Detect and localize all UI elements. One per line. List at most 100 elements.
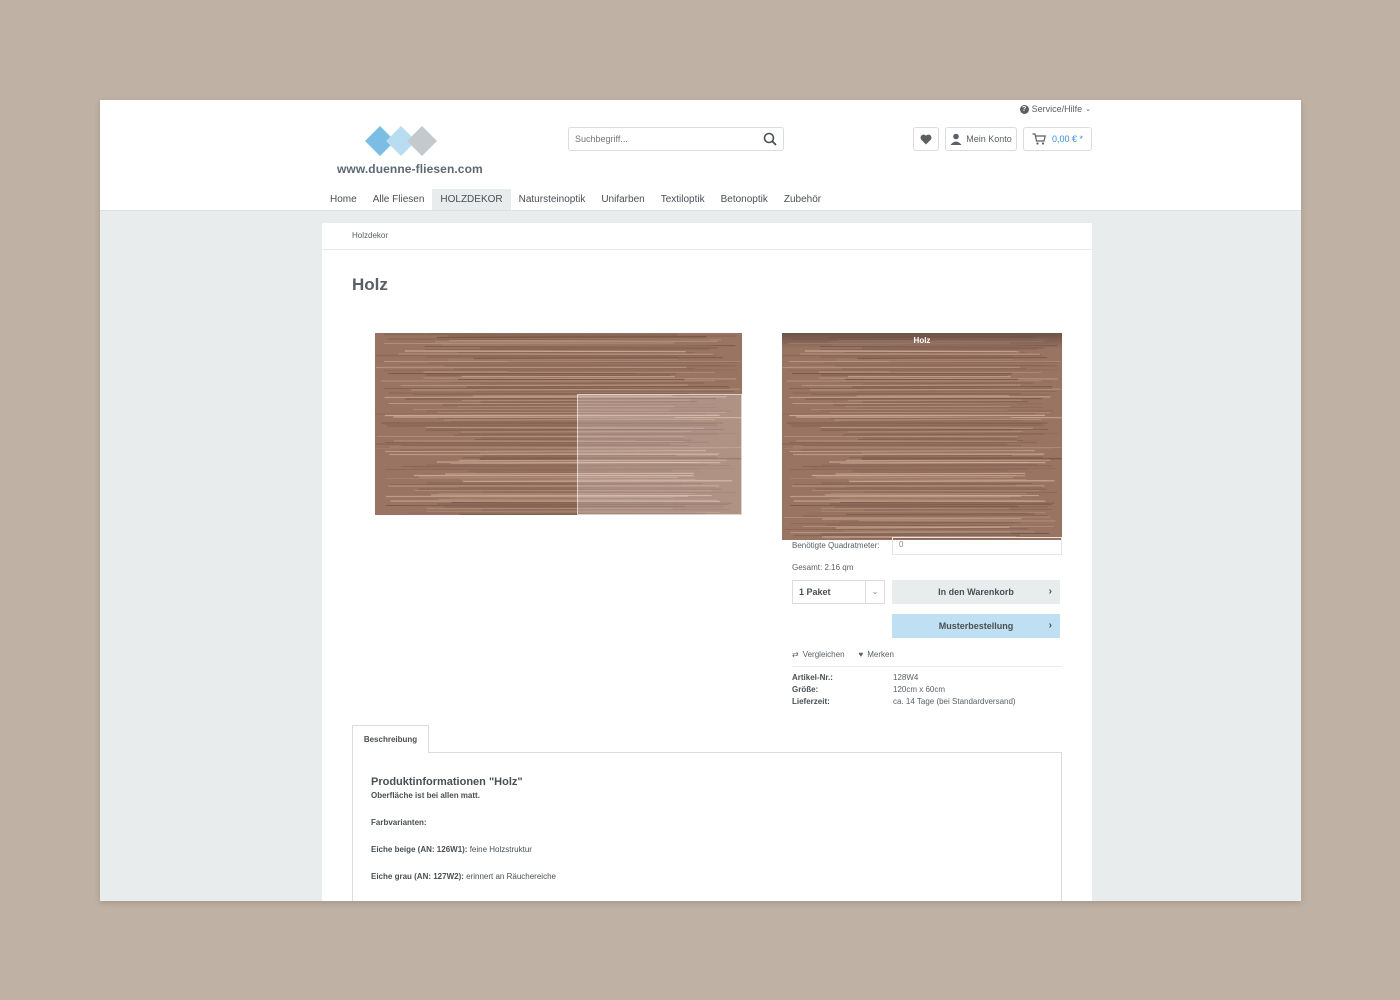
wood-grain-line [448,339,722,341]
sample-order-button[interactable]: Musterbestellung › [892,614,1060,638]
qm-input[interactable]: 0 [892,537,1062,555]
logo-text[interactable]: www.duenne-fliesen.com [337,162,483,176]
search-icon[interactable] [763,132,777,146]
help-icon: ? [1019,104,1029,114]
wood-grain-line [400,364,721,366]
qm-label: Benötigte Quadratmeter: [792,541,880,550]
wood-grain-line [789,449,1035,453]
image-label: Holz [913,336,931,345]
nav-item-betonoptik[interactable]: Betonoptik [713,189,776,210]
attribute-key: Lieferzeit: [792,697,830,706]
attribute-value: ca. 14 Tage (bei Standardversand) [893,697,1016,706]
tab-description[interactable]: Beschreibung [352,725,429,753]
breadcrumb[interactable]: Holzdekor [352,231,388,240]
wood-grain-line [820,429,1014,431]
service-menu[interactable]: ? Service/Hilfe ⌄ [1019,104,1091,114]
wood-grain-line [791,424,1044,427]
heart-icon [920,134,932,144]
nav-item-zubehoer[interactable]: Zubehör [776,189,829,210]
wood-grain-line [425,374,672,377]
wood-grain-line [839,420,1023,422]
wood-grain-line [790,522,1014,524]
wood-grain-line [840,502,1055,504]
nav-item-home[interactable]: Home [322,189,365,210]
attribute-row: Lieferzeit: ca. 14 Tage (bei Standardver… [792,696,1016,708]
wood-grain-line [838,381,1053,383]
wood-grain-line [404,350,686,353]
wood-grain-line [821,511,1046,513]
add-to-cart-button[interactable]: In den Warenkorb › [892,580,1060,604]
wood-grain-line [447,359,679,361]
site-header: ? Service/Hilfe ⌄ www.duenne-fliesen.com [100,100,1301,211]
wood-grain-line [436,336,707,339]
cart-icon [1032,133,1046,145]
wood-grain-line [846,513,1035,515]
wood-grain-line [801,364,1046,366]
remember-link[interactable]: ♥ Merken [859,650,894,659]
nav-item-unifarben[interactable]: Unifarben [593,189,652,210]
compare-label: Vergleichen [802,650,845,659]
cart-total: 0,00 € * [1051,134,1084,144]
wood-grain-line [830,499,1043,501]
product-image-detail[interactable]: Holz [782,333,1062,540]
wood-grain-line [836,526,1010,529]
wood-grain-line [435,340,718,343]
attribute-row: Größe: 120cm x 60cm [792,684,1016,696]
chevron-down-icon: ⌄ [1085,106,1091,113]
compare-link[interactable]: ⇄ Vergleichen [792,650,845,659]
wood-grain-line [861,452,1046,455]
variant-text: feine Holzstruktur [467,845,532,854]
user-icon [950,133,962,145]
zoom-lens [577,394,742,515]
variant-name: Eiche beige (AN: 126W1): [371,845,468,854]
page-title: Holz [352,275,388,294]
wood-grain-texture [782,333,1062,539]
wood-grain-line [843,530,1035,533]
variant-name: Eiche grau (AN: 127W2): [371,872,464,881]
nav-item-holzdekor[interactable]: HOLZDEKOR [432,189,511,210]
wishlist-button[interactable] [913,127,939,151]
account-button[interactable]: Mein Konto [945,127,1017,151]
wood-grain-line [838,496,1010,499]
cart-button[interactable]: 0,00 € * [1023,127,1092,151]
nav-item-alle-fliesen[interactable]: Alle Fliesen [365,189,433,210]
sample-order-label: Musterbestellung [938,621,1014,631]
wood-grain-line [383,342,675,344]
variant-text: erinnert an Räuchereiche [463,872,556,881]
wood-grain-line [833,403,1041,406]
chevron-down-icon: ⌄ [865,581,884,603]
heart-icon: ♥ [858,650,864,659]
remember-label: Merken [867,650,894,659]
search-input[interactable] [569,128,761,150]
wood-grain-line [784,528,1028,530]
product-image-main[interactable] [375,333,742,515]
wood-grain-line [384,369,737,372]
wood-grain-line [411,388,740,391]
wood-grain-line [849,480,1055,483]
wood-grain-line [790,478,1027,480]
wood-grain-line [473,356,723,360]
wood-grain-line [804,350,1020,353]
browser-frame: ? Service/Hilfe ⌄ www.duenne-fliesen.com [100,100,1301,901]
wood-grain-line [792,392,1022,395]
wood-grain-line [789,423,1043,425]
wood-grain-line [825,524,1012,527]
wood-grain-line [837,359,1014,361]
quantity-select[interactable]: 1 Paket ⌄ [792,580,885,604]
main-navigation: Home Alle Fliesen HOLZDEKOR Natursteinop… [322,189,829,210]
divider [792,666,1062,667]
wood-grain-line [863,455,1012,457]
variant-item: Eiche beige (AN: 126W1): feine Holzstruk… [371,845,1021,854]
description-subheading: Oberfläche ist bei allen matt. [371,791,480,800]
nav-item-natursteinoptik[interactable]: Natursteinoptik [511,189,594,210]
service-label: Service/Hilfe [1031,104,1083,114]
wood-grain-line [862,382,1034,385]
wood-grain-line [863,437,1018,440]
wood-grain-line [789,396,1051,399]
wood-grain-line [820,532,1050,535]
chevron-right-icon: › [1048,586,1052,597]
nav-item-textiloptik[interactable]: Textiloptik [653,189,713,210]
wood-grain-line [835,472,1026,475]
wood-grain-line [863,491,1058,493]
wood-grain-line [857,356,1048,360]
